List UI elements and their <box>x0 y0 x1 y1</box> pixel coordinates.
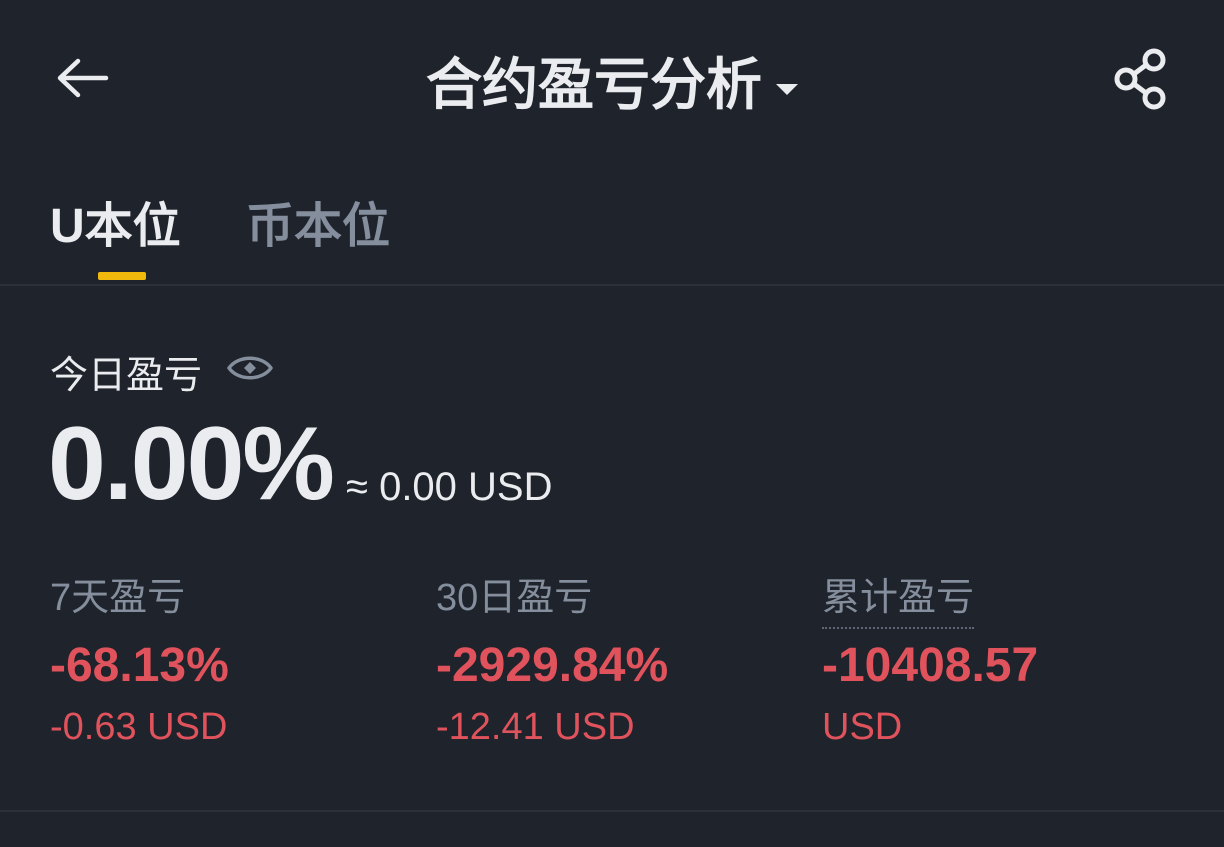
active-tab-indicator <box>98 272 146 280</box>
eye-icon <box>227 356 273 380</box>
share-icon <box>1114 48 1166 110</box>
today-pnl-percent: 0.00% <box>48 406 335 522</box>
title-wrap: 合约盈亏分析 <box>0 40 1224 121</box>
tab-u-margined[interactable]: U本位 <box>50 186 181 256</box>
tab-bar: U本位 币本位 <box>0 180 1224 286</box>
share-button[interactable] <box>1108 46 1174 112</box>
page-title: 合约盈亏分析 <box>426 53 762 116</box>
stat-cumulative-label[interactable]: 累计盈亏 <box>822 566 975 629</box>
stat-7d-usd: -0.63 USD <box>50 706 228 748</box>
visibility-toggle[interactable] <box>226 348 274 388</box>
caret-down-icon <box>776 83 798 95</box>
section-divider <box>0 810 1224 812</box>
page-title-dropdown[interactable]: 合约盈亏分析 <box>426 40 798 121</box>
today-pnl-label: 今日盈亏 <box>50 355 203 397</box>
today-pnl-usd: ≈ 0.00 USD <box>346 465 553 509</box>
header: 合约盈亏分析 <box>0 0 1224 150</box>
stat-cumulative-value: -10408.57 <box>822 639 1039 692</box>
stat-30d-usd: -12.41 USD <box>436 706 635 748</box>
stat-30d-percent: -2929.84% <box>436 639 669 692</box>
pnl-analysis-page: 合约盈亏分析 U本位 币本位 今日盈亏 0.00% ≈ 0.00 USD 7天盈… <box>0 0 1224 847</box>
stat-30d-label: 30日盈亏 <box>436 577 593 619</box>
tab-coin-margined[interactable]: 币本位 <box>246 186 390 256</box>
stat-7d-label: 7天盈亏 <box>50 577 186 619</box>
stat-cumulative-unit: USD <box>822 706 903 748</box>
stat-7d-percent: -68.13% <box>50 639 229 692</box>
